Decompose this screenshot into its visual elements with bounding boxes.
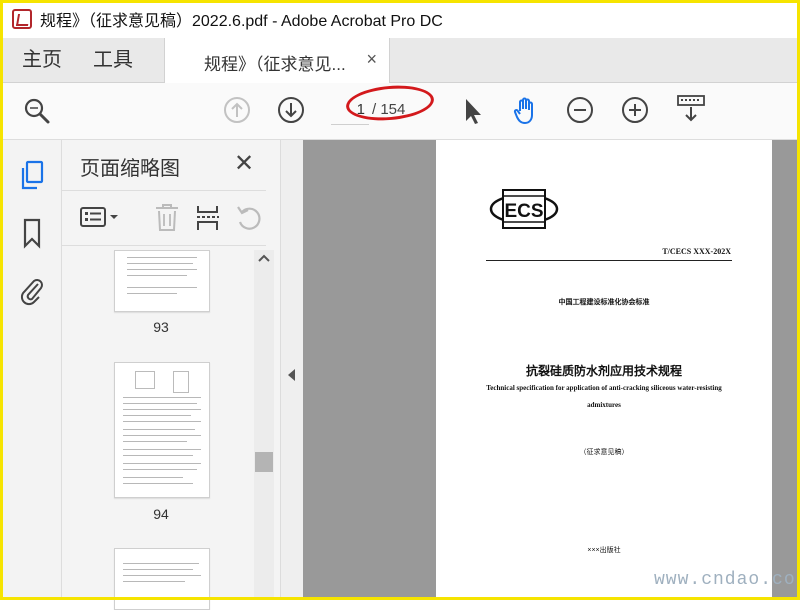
ecs-logo: ECS	[489, 188, 559, 230]
left-navigation-rail	[3, 140, 62, 597]
attachment-icon[interactable]	[19, 274, 45, 306]
document-view[interactable]: ECS T/CECS XXX-202X 中国工程建设标准化协会标准 抗裂硅质防水…	[303, 140, 797, 597]
scrollbar-thumb[interactable]	[255, 452, 273, 472]
search-zoom-icon[interactable]	[22, 96, 52, 126]
thumbnail-page-94[interactable]	[114, 362, 210, 498]
title-english-line2: admixtures	[587, 401, 621, 409]
panel-splitter[interactable]	[281, 140, 303, 597]
acrobat-app-icon	[12, 9, 32, 29]
window-title: 规程》（征求意见稿）2022.6.pdf - Adobe Acrobat Pro…	[40, 13, 443, 30]
document-tab-label: 规程》（征求意见...	[204, 55, 346, 74]
thumbnail-label: 93	[153, 319, 169, 335]
zoom-out-icon[interactable]	[566, 96, 596, 126]
zoom-in-icon[interactable]	[621, 96, 651, 126]
tab-bar: 主页 工具 规程》（征求意见... ×	[0, 38, 800, 83]
title-bar: 规程》（征求意见稿）2022.6.pdf - Adobe Acrobat Pro…	[0, 0, 800, 38]
arrow-down-circle-icon[interactable]	[277, 96, 307, 126]
tab-document[interactable]: 规程》（征求意见... ×	[164, 38, 390, 83]
thumbnail-scrollbar[interactable]	[254, 250, 274, 597]
title-chinese: 抗裂硅质防水剂应用技术规程	[525, 364, 682, 378]
extract-icon[interactable]	[195, 203, 221, 233]
thumbnail-page-93[interactable]	[114, 250, 210, 312]
close-tab-icon[interactable]: ×	[366, 49, 377, 70]
pdf-page: ECS T/CECS XXX-202X 中国工程建设标准化协会标准 抗裂硅质防水…	[436, 140, 772, 597]
select-arrow-icon[interactable]	[461, 96, 491, 126]
page-thumbnails-icon[interactable]	[19, 160, 45, 192]
tab-tools[interactable]: 工具	[93, 38, 133, 82]
bookmark-icon[interactable]	[19, 218, 45, 250]
thumbnail-page-next[interactable]	[114, 548, 210, 610]
scroll-up-icon[interactable]	[257, 252, 271, 266]
close-panel-icon[interactable]: ✕	[234, 149, 258, 177]
collapse-panel-icon[interactable]	[288, 369, 295, 381]
draft-note: （征求意见稿）	[579, 449, 629, 456]
title-english-line1: Technical specification for application …	[486, 384, 722, 392]
delete-icon[interactable]	[154, 203, 180, 233]
watermark: www.cndao.co	[654, 570, 796, 590]
tab-home[interactable]: 主页	[22, 38, 62, 82]
panel-toolbar	[62, 190, 266, 246]
options-menu-icon[interactable]	[80, 206, 124, 230]
hand-icon[interactable]	[511, 96, 541, 126]
header-rule	[486, 260, 732, 261]
publisher: ×××出版社	[587, 547, 621, 554]
panel-title: 页面缩略图	[80, 158, 180, 180]
keyboard-scroll-icon[interactable]	[677, 94, 707, 124]
page-thumbnails-panel: 页面缩略图 ✕ 93 94	[62, 140, 281, 610]
thumbnail-label: 94	[153, 506, 169, 522]
standard-number: T/CECS XXX-202X	[662, 247, 731, 256]
logo-text: ECS	[504, 201, 543, 222]
arrow-up-circle-icon[interactable]	[223, 96, 253, 126]
association-name: 中国工程建设标准化协会标准	[558, 299, 650, 306]
rotate-icon[interactable]	[235, 203, 263, 233]
